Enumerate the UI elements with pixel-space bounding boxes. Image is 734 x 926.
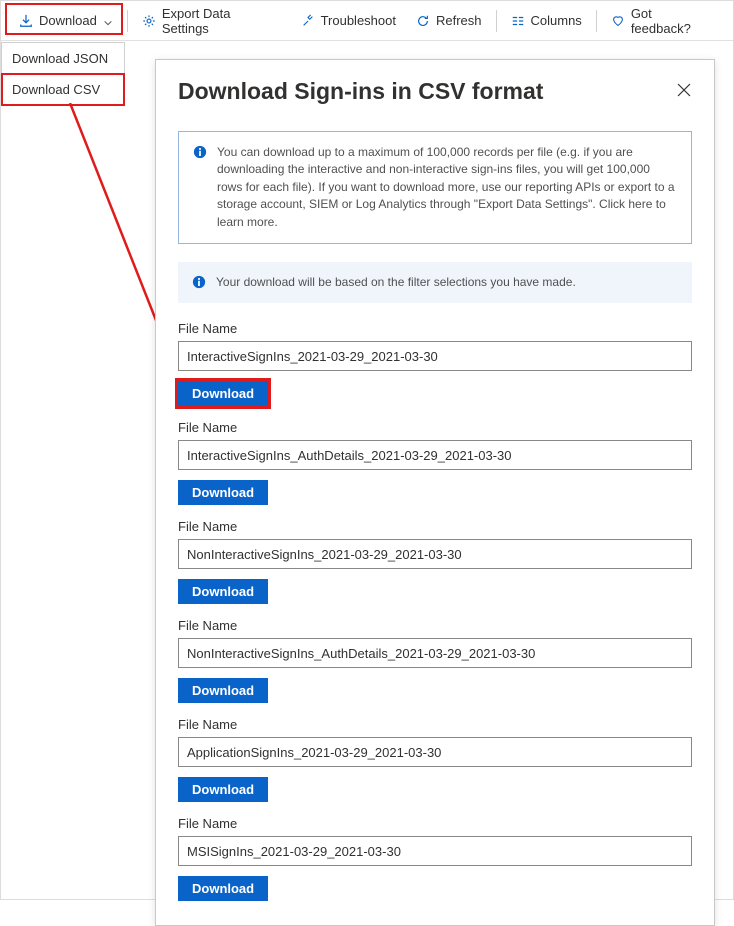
download-csv-panel: Download Sign-ins in CSV format You can … xyxy=(155,59,715,926)
export-label: Export Data Settings xyxy=(162,6,281,36)
file-block-4: File Name Download xyxy=(178,717,692,802)
download-file-button[interactable]: Download xyxy=(178,678,268,703)
separator xyxy=(127,10,128,32)
refresh-button[interactable]: Refresh xyxy=(406,7,492,34)
download-button[interactable]: Download xyxy=(9,7,123,34)
chevron-down-icon xyxy=(103,16,113,26)
info-text: You can download up to a maximum of 100,… xyxy=(217,144,677,231)
troubleshoot-button[interactable]: Troubleshoot xyxy=(291,7,406,34)
export-data-settings-button[interactable]: Export Data Settings xyxy=(132,0,291,42)
separator xyxy=(596,10,597,32)
refresh-icon xyxy=(416,14,430,28)
download-file-button[interactable]: Download xyxy=(178,777,268,802)
download-label: Download xyxy=(39,13,97,28)
info-icon xyxy=(192,275,206,289)
file-name-label: File Name xyxy=(178,816,692,831)
close-button[interactable] xyxy=(676,82,692,98)
info-records-limit: You can download up to a maximum of 100,… xyxy=(178,131,692,244)
file-name-input[interactable] xyxy=(178,638,692,668)
troubleshoot-label: Troubleshoot xyxy=(321,13,396,28)
download-file-button[interactable]: Download xyxy=(178,480,268,505)
columns-icon xyxy=(511,14,525,28)
refresh-label: Refresh xyxy=(436,13,482,28)
file-name-input[interactable] xyxy=(178,836,692,866)
file-name-label: File Name xyxy=(178,321,692,336)
file-block-5: File Name Download xyxy=(178,816,692,901)
wrench-icon xyxy=(301,14,315,28)
separator xyxy=(496,10,497,32)
file-name-label: File Name xyxy=(178,618,692,633)
file-block-1: File Name Download xyxy=(178,420,692,505)
file-block-3: File Name Download xyxy=(178,618,692,703)
download-file-button[interactable]: Download xyxy=(178,579,268,604)
panel-title: Download Sign-ins in CSV format xyxy=(178,78,543,105)
download-dropdown: Download JSON Download CSV xyxy=(1,42,125,106)
close-icon xyxy=(676,82,692,98)
feedback-button[interactable]: Got feedback? xyxy=(601,0,725,42)
feedback-label: Got feedback? xyxy=(631,6,715,36)
file-block-2: File Name Download xyxy=(178,519,692,604)
info-icon xyxy=(193,145,207,159)
info-filter-note: Your download will be based on the filte… xyxy=(178,262,692,303)
file-name-input[interactable] xyxy=(178,440,692,470)
toolbar: Download Export Data Settings Troublesho… xyxy=(1,1,733,41)
file-name-label: File Name xyxy=(178,420,692,435)
columns-label: Columns xyxy=(531,13,582,28)
file-name-label: File Name xyxy=(178,717,692,732)
file-name-input[interactable] xyxy=(178,539,692,569)
download-json-item[interactable]: Download JSON xyxy=(2,43,124,74)
file-name-input[interactable] xyxy=(178,737,692,767)
gear-icon xyxy=(142,14,156,28)
file-block-0: File Name Download xyxy=(178,321,692,406)
download-icon xyxy=(19,14,33,28)
columns-button[interactable]: Columns xyxy=(501,7,592,34)
file-name-label: File Name xyxy=(178,519,692,534)
file-name-input[interactable] xyxy=(178,341,692,371)
info-text: Your download will be based on the filte… xyxy=(216,274,576,291)
panel-header: Download Sign-ins in CSV format xyxy=(178,78,692,105)
heart-icon xyxy=(611,14,625,28)
download-csv-item[interactable]: Download CSV xyxy=(2,74,124,105)
download-file-button[interactable]: Download xyxy=(178,876,268,901)
download-file-button[interactable]: Download xyxy=(178,381,268,406)
